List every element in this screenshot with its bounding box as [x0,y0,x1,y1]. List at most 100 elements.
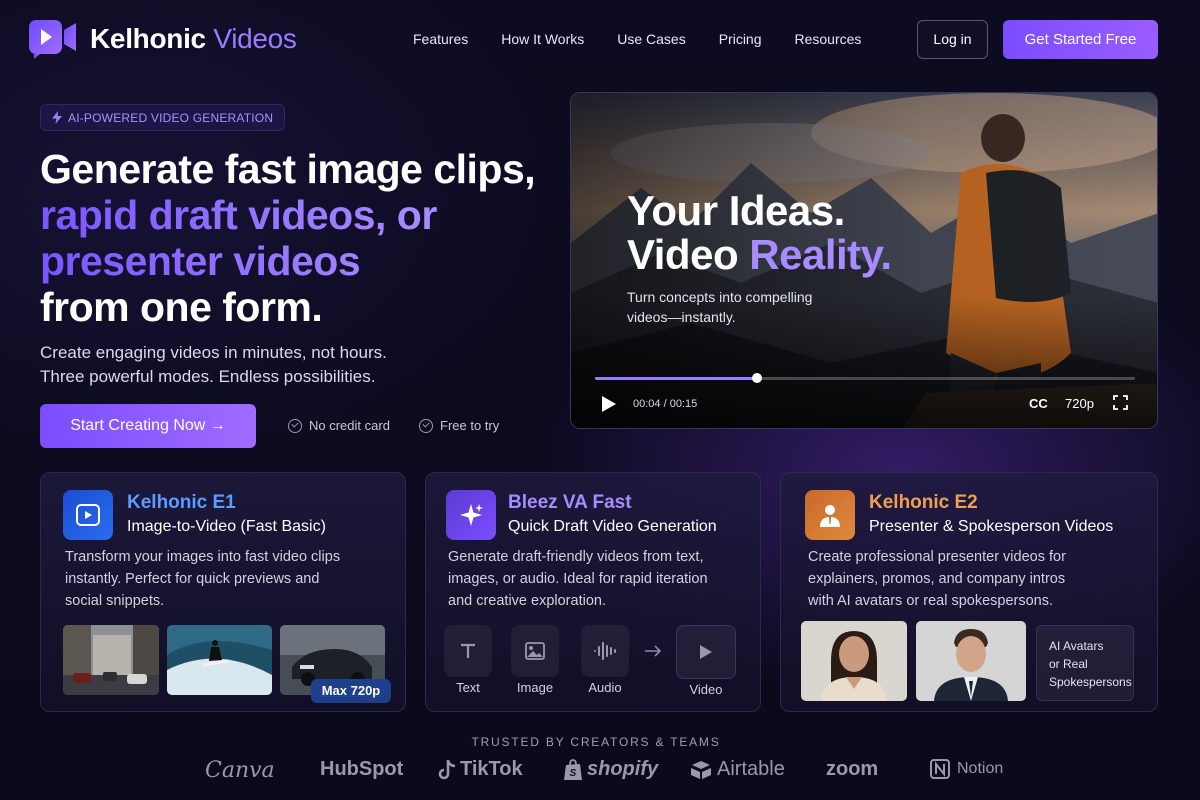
video-player[interactable]: Your Ideas. Video Reality. Turn concepts… [570,92,1158,429]
card-kelhonic-e1[interactable]: Kelhonic E1 Image-to-Video (Fast Basic) … [40,472,406,712]
brand-name: Kelhonic [90,23,206,54]
card-bleez-va-fast[interactable]: Bleez VA Fast Quick Draft Video Generati… [425,472,761,712]
video-subtitle-line-1: Turn concepts into compelling [627,289,813,305]
shopify-logo: S shopify [563,758,658,781]
airtable-logo: Airtable [690,758,785,781]
video-progress-bar[interactable] [595,373,1135,383]
card-description: Transform your images into fast video cl… [65,546,340,612]
sparkle-icon [446,490,496,540]
nav-how-it-works[interactable]: How It Works [501,31,584,47]
card-description-line: with AI avatars or real spokespersons. [808,593,1054,609]
text-icon [461,643,475,658]
lightning-icon [52,111,62,124]
mode-label-image: Image [516,680,554,695]
free-to-try-text: Free to try [440,418,500,433]
mode-video [676,625,736,679]
no-credit-card-text: No credit card [309,418,390,433]
card-title: Bleez VA Fast [508,492,632,513]
video-camera-logo-icon [28,18,78,60]
card-description-line: social snippets. [65,593,165,609]
arrow-right-icon [645,645,662,657]
brand-suffix: Videos [213,23,297,54]
get-started-button[interactable]: Get Started Free [1003,20,1158,59]
shopify-bag-icon: S [564,758,582,780]
nav-use-cases[interactable]: Use Cases [617,31,685,47]
video-headline: Your Ideas. Video Reality. [627,189,892,277]
svg-text:S: S [570,768,577,779]
tiktok-logo-text: TikTok [460,758,523,780]
card-description-line: Transform your images into fast video cl… [65,549,341,565]
canva-logo: Canva [205,758,275,783]
nav-resources[interactable]: Resources [795,31,862,47]
video-progress-fill [595,377,757,380]
video-subtitle-line-2: videos—instantly. [627,309,736,325]
video-headline-accent: Reality. [749,231,892,278]
zoom-logo: zoom [826,758,879,780]
video-time: 00:04 / 00:15 [633,398,698,410]
avatar-note-line: or Real [1049,657,1088,671]
trusted-label: TRUSTED BY CREATORS & TEAMS [471,735,721,749]
mode-label-video: Video [689,682,723,697]
captions-button[interactable]: CC [1029,396,1048,411]
nav-pricing[interactable]: Pricing [719,31,762,47]
check-circle-icon [419,418,433,433]
card-subtitle: Presenter & Spokesperson Videos [869,518,1114,535]
quality-button[interactable]: 720p [1065,396,1094,411]
play-icon [700,645,712,659]
card-description-line: Create professional presenter videos for [808,549,1066,565]
start-creating-button[interactable]: Start Creating Now → [40,404,256,448]
surfer-thumbnail [167,625,272,695]
male-presenter-thumbnail [916,621,1026,701]
hubspot-logo: HubSpot [320,758,404,780]
top-navigation: Kelhonic Videos Features How It Works Us… [0,0,1200,80]
card-subtitle: Image-to-Video (Fast Basic) [127,518,326,535]
female-presenter-thumbnail [801,621,907,701]
video-headline-word: Video [627,231,750,278]
card-title: Kelhonic E2 [869,492,978,513]
video-headline-line-1: Your Ideas. [627,187,845,234]
play-icon[interactable] [601,395,617,413]
hero-line-4: from one form. [40,284,323,330]
card-description-line: instantly. Perfect for quick previews an… [65,571,320,587]
airtable-logo-text: Airtable [717,758,785,780]
card-description-line: explainers, promos, and company intros [808,571,1066,587]
presenter-icon [805,490,855,540]
main-menu: Features How It Works Use Cases Pricing … [413,31,894,47]
video-scrubber-handle[interactable] [752,373,762,383]
avatar-option-note: AI Avatars or Real Spokespersons [1036,625,1134,701]
avatar-note-line: Spokespersons [1049,675,1132,689]
avatar-note-line: AI Avatars [1049,639,1104,653]
audio-waveform-icon [594,642,616,660]
free-to-try-note: Free to try [419,418,499,433]
notion-logo-text: Notion [957,760,1004,777]
hero-line-1: Generate fast image clips, [40,146,536,192]
card-subtitle: Quick Draft Video Generation [508,518,717,535]
airtable-icon [691,760,711,779]
tiktok-logo: TikTok [438,758,523,781]
hero-subtitle-line-2: Three powerful modes. Endless possibilit… [40,367,376,386]
card-title: Kelhonic E1 [127,492,236,513]
card-kelhonic-e2[interactable]: Kelhonic E2 Presenter & Spokesperson Vid… [780,472,1158,712]
ai-badge-text: AI-POWERED VIDEO GENERATION [68,110,274,125]
fullscreen-icon[interactable] [1113,395,1128,410]
hero-line-2: rapid draft videos, or [40,192,535,238]
hero-subtitle: Create engaging videos in minutes, not h… [40,341,387,389]
video-subtitle: Turn concepts into compelling videos—ins… [627,287,812,327]
mode-label-audio: Audio [588,680,622,695]
nav-features[interactable]: Features [413,31,468,47]
tiktok-note-icon [438,759,456,779]
hero-subtitle-line-1: Create engaging videos in minutes, not h… [40,343,387,362]
card-description-line: and creative exploration. [448,593,606,609]
mode-text [444,625,492,677]
mode-label-text: Text [456,680,480,695]
hero-title: Generate fast image clips, rapid draft v… [40,146,536,330]
card-description: Generate draft-friendly videos from text… [448,546,708,612]
video-square-icon [63,490,113,540]
city-street-thumbnail [63,625,159,695]
brand-logo[interactable]: Kelhonic Videos [28,18,297,60]
notion-logo: Notion [929,758,1003,780]
image-icon [525,642,545,660]
card-description-line: Generate draft-friendly videos from text… [448,549,704,565]
login-button[interactable]: Log in [917,20,988,59]
card-description-line: images, or audio. Ideal for rapid iterat… [448,571,708,587]
